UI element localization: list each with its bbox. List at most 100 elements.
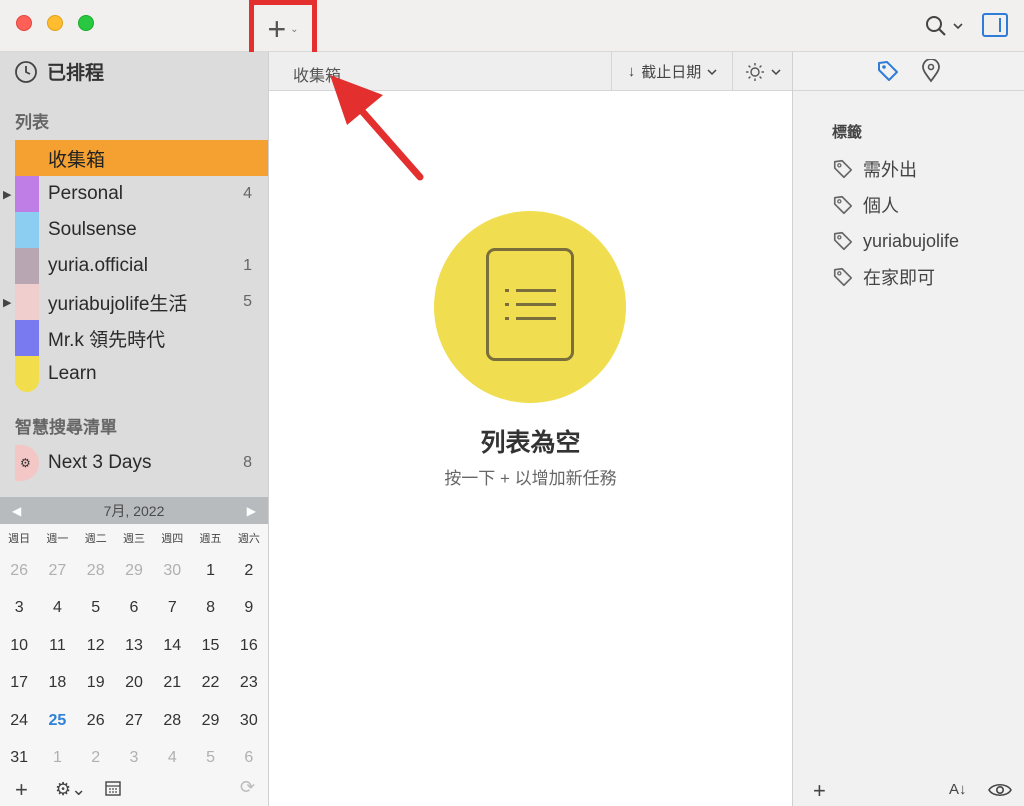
tags-pane: 標籤 需外出 個人 yuriabujolife 在家即可 + A↓	[793, 52, 1024, 806]
calendar-day[interactable]: 9	[230, 599, 268, 617]
calendar-day[interactable]: 3	[0, 599, 38, 617]
sidebar-item-mrk[interactable]: Mr.k 領先時代	[0, 320, 268, 356]
calendar-day[interactable]: 1	[38, 749, 76, 767]
calendar-day[interactable]: 26	[77, 712, 115, 730]
calendar-day[interactable]: 2	[77, 749, 115, 767]
view-options-button[interactable]	[732, 52, 792, 91]
calendar-day[interactable]: 13	[115, 637, 153, 655]
calendar-week-row: 17 18 19 20 21 22 23	[0, 665, 268, 703]
calendar-day[interactable]: 5	[191, 749, 229, 767]
calendar-day[interactable]: 6	[115, 599, 153, 617]
sidebar-item-yuria-official[interactable]: yuria.official 1	[0, 248, 268, 284]
calendar-day[interactable]: 15	[191, 637, 229, 655]
calendar-day[interactable]: 7	[153, 599, 191, 617]
sort-button[interactable]: ↓ 截止日期	[611, 52, 733, 91]
tag-item[interactable]: yuriabujolife	[832, 223, 1022, 259]
minimize-window-button[interactable]	[47, 15, 63, 31]
calendar-day[interactable]: 8	[191, 599, 229, 617]
lists-heading: 列表	[15, 113, 49, 132]
sidebar-item-next-3-days[interactable]: ⚙ Next 3 Days 8	[0, 445, 268, 481]
sidebar-item-learn[interactable]: Learn	[0, 356, 268, 392]
calendar-day[interactable]: 29	[115, 562, 153, 580]
next-month-button[interactable]: ▶	[247, 504, 256, 518]
calendar-day[interactable]: 6	[230, 749, 268, 767]
sync-icon[interactable]: ⟳	[240, 777, 255, 798]
calendar-day[interactable]: 19	[77, 674, 115, 692]
calendar-day[interactable]: 18	[38, 674, 76, 692]
chevron-down-icon	[770, 68, 781, 75]
tag-icon	[833, 159, 853, 179]
calendar-icon[interactable]	[104, 779, 122, 802]
list-count: 1	[243, 257, 252, 274]
calendar-day[interactable]: 16	[230, 637, 268, 655]
calendar-day[interactable]: 28	[153, 712, 191, 730]
sidebar-item-yuriabujolife[interactable]: ▶ yuriabujolife生活 5	[0, 284, 268, 320]
list-label: yuria.official	[48, 255, 148, 276]
calendar-day[interactable]: 29	[191, 712, 229, 730]
add-task-button[interactable]: + ⌄	[249, 0, 317, 58]
tag-item[interactable]: 在家即可	[832, 259, 1022, 295]
weekday-label: 週六	[237, 533, 260, 545]
annotation-arrow	[330, 75, 424, 181]
eye-icon[interactable]	[988, 781, 1012, 799]
calendar-day[interactable]: 11	[38, 637, 76, 655]
clock-icon	[15, 60, 37, 83]
calendar-day[interactable]: 2	[230, 562, 268, 580]
sidebar-item-soulsense[interactable]: Soulsense	[0, 212, 268, 248]
prev-month-button[interactable]: ◀	[12, 504, 21, 518]
calendar-day[interactable]: 1	[191, 562, 229, 580]
calendar-day[interactable]: 12	[77, 637, 115, 655]
tag-icon[interactable]	[876, 59, 900, 83]
calendar-day[interactable]: 23	[230, 674, 268, 692]
sort-alpha-icon[interactable]: A↓	[949, 781, 967, 798]
calendar-day[interactable]: 30	[230, 712, 268, 730]
calendar-day[interactable]: 31	[0, 749, 38, 767]
close-window-button[interactable]	[16, 15, 32, 31]
sidebar-item-personal[interactable]: ▶ Personal 4	[0, 176, 268, 212]
search-button[interactable]	[924, 12, 968, 40]
calendar-day[interactable]: 24	[0, 712, 38, 730]
chevron-down-icon	[953, 23, 963, 30]
calendar-header: ◀ 7月, 2022 ▶	[0, 497, 268, 524]
calendar-day[interactable]: 28	[77, 562, 115, 580]
disclosure-arrow-icon[interactable]: ▶	[3, 296, 11, 309]
calendar-day[interactable]: 4	[38, 599, 76, 617]
calendar-day[interactable]: 17	[0, 674, 38, 692]
add-tag-button[interactable]: +	[813, 778, 826, 804]
list-label: Learn	[48, 363, 97, 384]
scheduled-item[interactable]: 已排程	[14, 58, 104, 85]
calendar-day[interactable]: 27	[115, 712, 153, 730]
maximize-window-button[interactable]	[78, 15, 94, 31]
calendar-day[interactable]: 14	[153, 637, 191, 655]
plus-icon: +	[267, 11, 287, 47]
weekday-label: 週日	[8, 533, 31, 545]
list-color-swatch	[15, 248, 39, 284]
tag-icon	[833, 195, 853, 215]
tag-label: 在家即可	[863, 268, 935, 288]
empty-list-title: 列表為空	[480, 429, 581, 457]
calendar-week-row: 26 27 28 29 30 1 2	[0, 552, 268, 590]
calendar-day[interactable]: 26	[0, 562, 38, 580]
disclosure-arrow-icon[interactable]: ▶	[3, 188, 11, 201]
calendar-day[interactable]: 3	[115, 749, 153, 767]
tag-item[interactable]: 個人	[832, 187, 1022, 223]
settings-menu-button[interactable]: ⚙⌄	[55, 779, 86, 800]
list-color-swatch	[15, 356, 39, 392]
location-pin-icon[interactable]	[920, 59, 942, 83]
calendar-day[interactable]: 25	[38, 712, 76, 730]
list-label: Mr.k 領先時代	[48, 329, 166, 351]
calendar-day[interactable]: 4	[153, 749, 191, 767]
calendar-day[interactable]: 30	[153, 562, 191, 580]
calendar-day[interactable]: 27	[38, 562, 76, 580]
weekday-label: 週三	[122, 533, 145, 545]
sidebar-item-inbox[interactable]: 收集箱	[0, 140, 268, 176]
add-list-button[interactable]: +	[15, 777, 28, 803]
calendar-day[interactable]: 5	[77, 599, 115, 617]
toggle-sidebar-button[interactable]	[982, 13, 1008, 37]
calendar-day[interactable]: 10	[0, 637, 38, 655]
calendar-day[interactable]: 21	[153, 674, 191, 692]
calendar-day[interactable]: 20	[115, 674, 153, 692]
tag-item[interactable]: 需外出	[832, 151, 1022, 187]
calendar-day[interactable]: 22	[191, 674, 229, 692]
list-count: 4	[243, 185, 252, 202]
